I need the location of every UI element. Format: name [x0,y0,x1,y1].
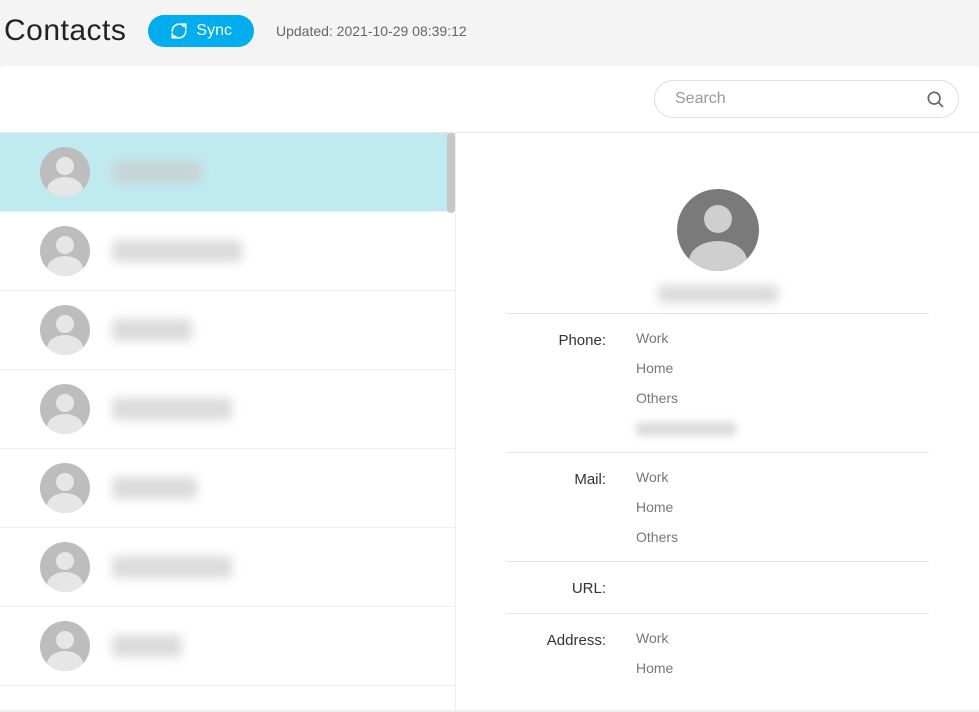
value-row [636,420,929,436]
contact-row[interactable] [0,370,455,449]
search-wrap [654,80,959,118]
contact-name [112,477,197,499]
detail-name [658,285,778,303]
value-row: Work [636,630,929,646]
detail-header [506,189,929,303]
avatar [40,621,90,671]
contact-name [112,161,202,183]
section-values: Work Home [636,630,929,676]
contact-row[interactable] [0,449,455,528]
main-panel: Phone:WorkHomeOthersMail:WorkHomeOthersU… [0,66,979,710]
avatar [40,384,90,434]
contact-row[interactable] [0,528,455,607]
contact-row[interactable] [0,291,455,370]
search-icon [925,89,945,109]
contact-name [112,240,242,262]
contact-row[interactable] [0,212,455,291]
section-label: Phone: [506,330,636,436]
contact-list[interactable] [0,133,456,710]
search-row [0,66,979,133]
value-row: Home [636,360,929,376]
value-row: Home [636,499,929,515]
sync-button[interactable]: Sync [148,15,254,47]
value-row: Others [636,390,929,406]
detail-section: Phone:Work Home Others [506,313,929,452]
detail-section: Address:Work Home [506,613,929,692]
updated-timestamp: Updated: 2021-10-29 08:39:12 [276,23,467,39]
value-row: Others [636,529,929,545]
header: Contacts Sync Updated: 2021-10-29 08:39:… [0,0,979,66]
sync-icon [170,22,188,40]
avatar [40,463,90,513]
content: Phone:WorkHomeOthersMail:WorkHomeOthersU… [0,133,979,710]
contact-row[interactable] [0,607,455,686]
section-values: Work Home Others [636,469,929,545]
page-title: Contacts [4,14,126,48]
value-row: Work [636,469,929,485]
section-values [636,578,929,597]
value-row: Home [636,660,929,676]
contact-name [112,635,182,657]
section-label: URL: [506,578,636,597]
detail-avatar [677,189,759,271]
section-values: Work Home Others [636,330,929,436]
contact-name [112,398,232,420]
contact-detail: Phone:WorkHomeOthersMail:WorkHomeOthersU… [456,133,979,710]
contact-row[interactable] [0,133,455,212]
section-label: Address: [506,630,636,676]
search-input[interactable] [654,80,959,118]
scrollbar-thumb[interactable] [447,133,455,213]
value-redacted [636,422,736,436]
detail-section: Mail:Work Home Others [506,452,929,561]
contact-name [112,319,192,341]
section-label: Mail: [506,469,636,545]
detail-section: URL: [506,561,929,613]
avatar [40,147,90,197]
avatar [40,305,90,355]
sync-button-label: Sync [196,22,232,40]
contact-name [112,556,232,578]
avatar [40,542,90,592]
value-row: Work [636,330,929,346]
avatar [40,226,90,276]
